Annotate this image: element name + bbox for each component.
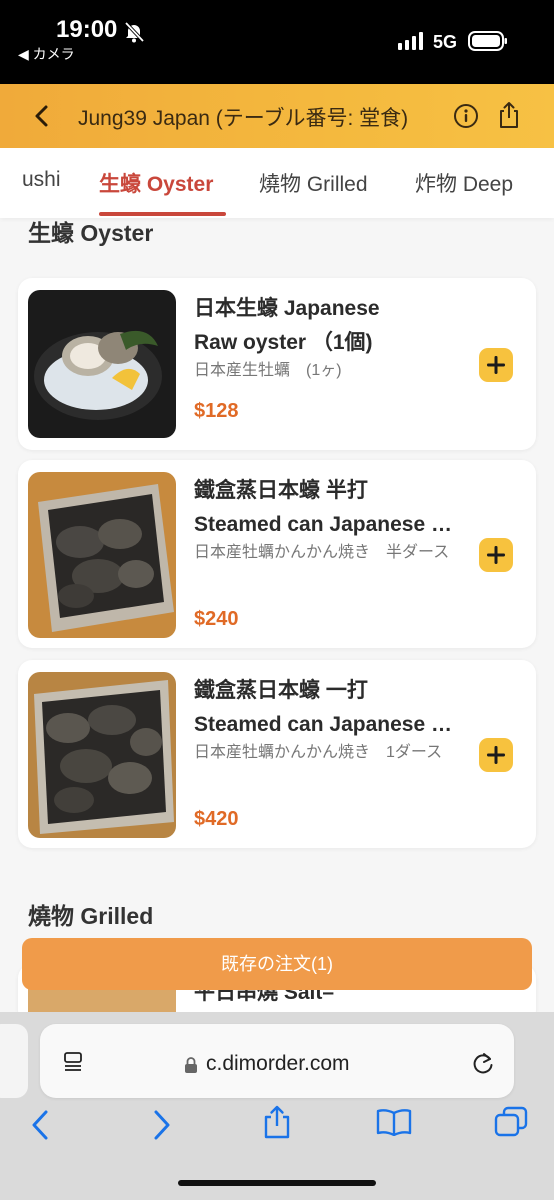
browser-back-icon[interactable] xyxy=(28,1108,54,1142)
previous-tab-edge[interactable] xyxy=(0,1024,28,1098)
item-name-line-1: 鐵盒蒸日本蠔 半打 xyxy=(194,479,368,502)
add-to-cart-button[interactable] xyxy=(479,348,513,382)
back-to-app-link[interactable]: ◀ カメラ xyxy=(18,44,75,64)
item-name-line-2: Steamed can Japanese oyster xyxy=(194,513,464,536)
url-text: c.dimorder.com xyxy=(206,1052,350,1075)
item-name: 鐵盒蒸日本蠔 半打 Steamed can Japanese oyster xyxy=(194,474,464,542)
item-name-line-1: 鐵盒蒸日本蠔 一打 xyxy=(194,679,368,702)
item-name: 鐵盒蒸日本蠔 一打 Steamed can Japanese oyster xyxy=(194,674,464,742)
item-price: $420 xyxy=(194,808,239,830)
item-description: 日本産生牡蠣 (1ヶ) xyxy=(194,362,342,379)
tab-oyster[interactable]: 生蠔 Oyster xyxy=(99,168,213,198)
address-bar[interactable]: c.dimorder.com xyxy=(40,1024,514,1098)
item-name: 日本生蠔 Japanese Raw oyster （1個) xyxy=(194,292,464,360)
category-tabs: ushi 生蠔 Oyster 燒物 Grilled 炸物 Deep xyxy=(0,148,554,218)
share-icon[interactable] xyxy=(262,1104,292,1140)
item-description: 日本産牡蠣かんかん焼き 1ダース xyxy=(194,744,443,761)
plus-icon xyxy=(487,546,505,564)
item-name-line-2: Raw oyster （1個) xyxy=(194,331,373,354)
tab-sushi[interactable]: ushi xyxy=(22,168,61,192)
section-title-oyster: 生蠔 Oyster xyxy=(28,220,154,246)
info-icon[interactable] xyxy=(453,103,479,129)
bell-slash-icon xyxy=(124,21,145,43)
plus-icon xyxy=(487,746,505,764)
item-name-line-2: Steamed can Japanese oyster xyxy=(194,713,464,736)
item-photo xyxy=(28,672,176,838)
browser-forward-icon[interactable] xyxy=(148,1108,174,1142)
item-name-line-1: 日本生蠔 Japanese xyxy=(194,297,380,320)
tab-deep-fried[interactable]: 炸物 Deep xyxy=(415,168,513,198)
item-price: $128 xyxy=(194,400,239,422)
app-header: Jung39 Japan (テーブル番号: 堂食) xyxy=(0,84,554,148)
page-title: Jung39 Japan (テーブル番号: 堂食) xyxy=(78,107,409,130)
existing-orders-button[interactable]: 既存の注文(1) xyxy=(22,938,532,990)
item-price: $240 xyxy=(194,608,239,630)
menu-item-card[interactable]: 鐵盒蒸日本蠔 一打 Steamed can Japanese oyster 日本… xyxy=(18,660,536,848)
back-chevron-icon[interactable] xyxy=(28,102,56,130)
add-to-cart-button[interactable] xyxy=(479,738,513,772)
item-photo xyxy=(28,290,176,438)
bookmarks-icon[interactable] xyxy=(376,1108,412,1136)
item-photo xyxy=(28,472,176,638)
home-indicator xyxy=(178,1180,376,1186)
item-description: 日本産牡蠣かんかん焼き 半ダース xyxy=(194,544,450,561)
menu-item-card[interactable]: 日本生蠔 Japanese Raw oyster （1個) 日本産生牡蠣 (1ヶ… xyxy=(18,278,536,450)
plus-icon xyxy=(487,356,505,374)
tab-grilled[interactable]: 燒物 Grilled xyxy=(259,168,368,198)
cellular-signal-icon xyxy=(398,32,423,50)
tabs-icon[interactable] xyxy=(494,1106,528,1138)
status-time: 19:00 xyxy=(56,16,118,43)
share-icon[interactable] xyxy=(496,100,522,130)
add-to-cart-button[interactable] xyxy=(479,538,513,572)
reload-icon[interactable] xyxy=(470,1050,496,1076)
menu-item-card[interactable]: 鐵盒蒸日本蠔 半打 Steamed can Japanese oyster 日本… xyxy=(18,460,536,648)
lock-icon xyxy=(185,1057,197,1073)
section-title-grilled: 燒物 Grilled xyxy=(28,903,154,929)
battery-icon xyxy=(468,31,507,51)
network-label: 5G xyxy=(433,32,458,52)
browser-toolbar: c.dimorder.com xyxy=(0,1012,554,1200)
page-menu-icon[interactable] xyxy=(62,1050,86,1074)
status-bar: 19:00 ◀ カメラ 5G xyxy=(0,0,554,84)
